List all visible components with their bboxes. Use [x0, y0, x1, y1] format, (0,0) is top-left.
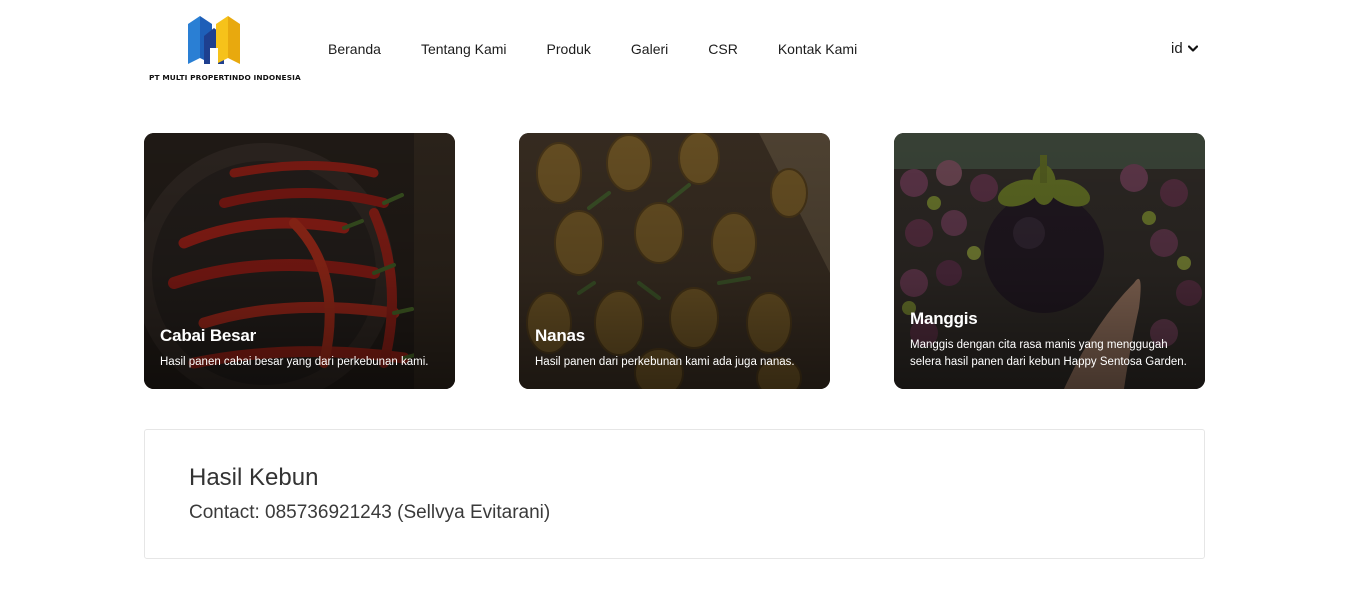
nav-item-tentang-kami[interactable]: Tentang Kami: [401, 38, 527, 60]
card-caption: Cabai Besar Hasil panen cabai besar yang…: [160, 326, 439, 371]
product-card-cabai-besar[interactable]: Cabai Besar Hasil panen cabai besar yang…: [144, 133, 455, 389]
card-description: Hasil panen cabai besar yang dari perkeb…: [160, 356, 429, 368]
card-title: Nanas: [535, 326, 586, 345]
card-description: Manggis dengan cita rasa manis yang meng…: [910, 339, 1187, 368]
nav-item-csr[interactable]: CSR: [688, 38, 758, 60]
site-header: PT MULTI PROPERTINDO INDONESIA Beranda T…: [0, 0, 1349, 100]
product-card-manggis[interactable]: Manggis Manggis dengan cita rasa manis y…: [894, 133, 1205, 389]
info-box: Hasil Kebun Contact: 085736921243 (Sellv…: [144, 429, 1205, 559]
chevron-down-icon: [1187, 45, 1198, 52]
card-caption: Nanas Hasil panen dari perkebunan kami a…: [535, 326, 814, 371]
card-title: Manggis: [910, 309, 978, 328]
product-card-nanas[interactable]: Nanas Hasil panen dari perkebunan kami a…: [519, 133, 830, 389]
card-description: Hasil panen dari perkebunan kami ada jug…: [535, 356, 795, 368]
language-selector[interactable]: id: [1163, 38, 1206, 60]
building-logo-icon: [188, 16, 240, 64]
nav-item-produk[interactable]: Produk: [527, 38, 611, 60]
language-label: id: [1171, 40, 1183, 57]
contact-text: Contact: 085736921243 (Sellvya Evitarani…: [189, 502, 551, 523]
section-title: Hasil Kebun: [189, 464, 319, 491]
nav-item-galeri[interactable]: Galeri: [611, 38, 688, 60]
card-title: Cabai Besar: [160, 326, 257, 345]
nav-item-beranda[interactable]: Beranda: [308, 38, 401, 60]
nav-item-kontak-kami[interactable]: Kontak Kami: [758, 38, 877, 60]
company-logo[interactable]: PT MULTI PROPERTINDO INDONESIA: [146, 14, 301, 86]
card-caption: Manggis Manggis dengan cita rasa manis y…: [910, 309, 1189, 371]
main-nav: Beranda Tentang Kami Produk Galeri CSR K…: [308, 38, 877, 60]
product-cards: Cabai Besar Hasil panen cabai besar yang…: [144, 133, 1205, 389]
company-name: PT MULTI PROPERTINDO INDONESIA: [149, 73, 301, 82]
